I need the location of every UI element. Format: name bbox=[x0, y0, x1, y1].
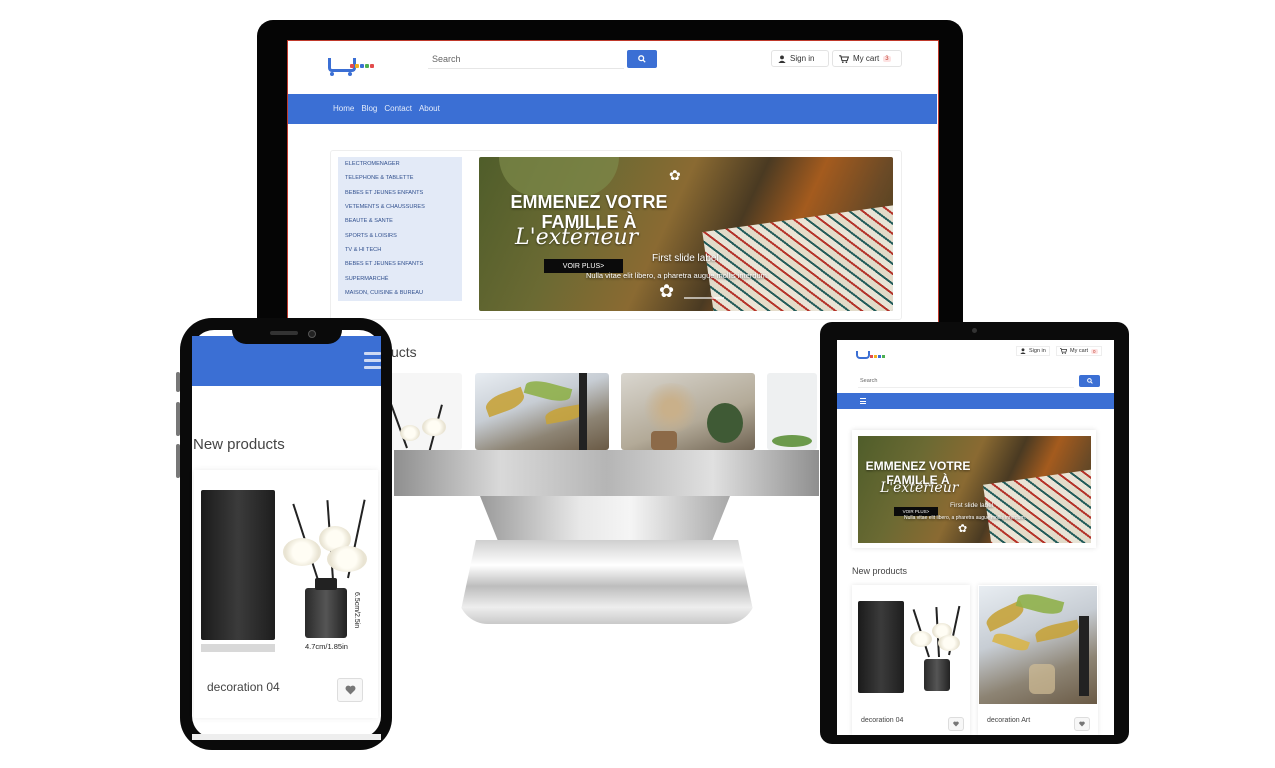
desktop-product-card[interactable] bbox=[475, 373, 609, 450]
tablet-logo[interactable] bbox=[856, 351, 870, 359]
tablet-search-underline bbox=[858, 387, 1074, 388]
tablet-search-button[interactable] bbox=[1079, 375, 1100, 387]
carousel-indicators[interactable] bbox=[684, 297, 724, 299]
cart-icon bbox=[1060, 348, 1067, 354]
heart-icon bbox=[1079, 721, 1085, 727]
tablet-search-input[interactable]: Search bbox=[860, 378, 877, 384]
heart-icon bbox=[345, 685, 355, 695]
monitor-stand-bar bbox=[394, 450, 819, 496]
hamburger-icon[interactable] bbox=[364, 352, 381, 373]
monitor-stand-neck bbox=[480, 496, 730, 546]
desktop-search-button[interactable] bbox=[627, 50, 657, 68]
desktop-product-card[interactable] bbox=[388, 373, 462, 450]
phone-wishlist-button[interactable] bbox=[337, 678, 363, 702]
daisy-icon: ✿ bbox=[659, 281, 675, 301]
nav-contact[interactable]: Contact bbox=[384, 104, 412, 113]
tablet-product-name[interactable]: decoration Art bbox=[987, 717, 1030, 724]
phone-section-title: New products bbox=[193, 436, 285, 453]
desktop-nav-menu: Home Blog Contact About bbox=[333, 104, 440, 113]
search-underline bbox=[428, 68, 624, 69]
tablet-signin-label: Sign in bbox=[1029, 348, 1046, 354]
phone-next-card-peek bbox=[192, 734, 381, 740]
category-item[interactable]: BEBES ET JEUNES ENFANTS bbox=[345, 261, 423, 267]
desktop-section-title: ucts bbox=[391, 344, 417, 360]
category-item[interactable]: VETEMENTS & CHAUSSURES bbox=[345, 204, 425, 210]
tablet-banner-line1: EMMENEZ VOTRE bbox=[865, 459, 971, 473]
desktop-product-card[interactable] bbox=[767, 373, 817, 450]
tablet-slide-caption-text: Nulla vitae elit libero, a pharetra augu… bbox=[904, 515, 1027, 521]
nav-blog[interactable]: Blog bbox=[361, 104, 377, 113]
category-item[interactable]: TV & HI TECH bbox=[345, 247, 381, 253]
heart-icon bbox=[953, 721, 959, 727]
search-icon bbox=[638, 55, 646, 63]
desktop-cart-button[interactable]: My cart 3 bbox=[832, 50, 902, 67]
cart-icon bbox=[839, 54, 849, 63]
search-icon bbox=[1086, 378, 1093, 384]
category-item[interactable]: BEAUTE & SANTE bbox=[345, 218, 393, 224]
tablet-hamburger-icon[interactable] bbox=[860, 398, 866, 404]
banner-line1: EMMENEZ VOTRE bbox=[510, 192, 668, 212]
tablet-wishlist-button[interactable] bbox=[948, 717, 964, 731]
banner-rug-image bbox=[983, 468, 1091, 543]
cart-label: My cart bbox=[853, 54, 880, 63]
user-icon bbox=[778, 54, 786, 63]
category-item[interactable]: MAISON, CUISINE & BUREAU bbox=[345, 290, 423, 296]
phone-product-image: 6.5cm/2.5in 4.7cm/1.85in bbox=[197, 480, 375, 656]
daisy-icon: ✿ bbox=[958, 523, 968, 535]
tablet-cart-button[interactable]: My cart 0 bbox=[1056, 346, 1102, 356]
monitor-stand-base bbox=[458, 540, 756, 624]
tablet-product-card[interactable]: decoration 04 bbox=[852, 585, 970, 735]
category-menu: ELECTROMENAGER TELEPHONE & TABLETTE BEBE… bbox=[338, 157, 462, 301]
tablet-signin-button[interactable]: Sign in bbox=[1016, 346, 1050, 356]
tablet-product-name[interactable]: decoration 04 bbox=[861, 717, 903, 724]
tablet-banner-script: L'extérieur bbox=[880, 480, 959, 496]
tablet-logo-wordmark bbox=[870, 355, 885, 358]
phone-notch bbox=[232, 322, 342, 344]
tablet-section-title: New products bbox=[852, 566, 908, 576]
phone-side-button bbox=[176, 402, 180, 436]
tablet-product-card[interactable]: decoration Art bbox=[978, 585, 1098, 735]
tablet-cart-count: 0 bbox=[1091, 348, 1098, 354]
category-item[interactable]: ELECTROMENAGER bbox=[345, 161, 400, 167]
cart-count-badge: 3 bbox=[883, 55, 891, 62]
dimension-height-label: 6.5cm/2.5in bbox=[353, 592, 360, 629]
tablet-wishlist-button[interactable] bbox=[1074, 717, 1090, 731]
banner-script: L'extérieur bbox=[515, 225, 639, 250]
logo-cart-icon bbox=[856, 351, 870, 359]
user-icon bbox=[1020, 348, 1026, 354]
slide-caption-text: Nulla vitae elit libero, a pharetra augu… bbox=[586, 271, 770, 280]
phone-side-button bbox=[176, 444, 180, 478]
tablet-navbar bbox=[837, 393, 1114, 409]
phone-side-button bbox=[176, 372, 180, 392]
nav-home[interactable]: Home bbox=[333, 104, 354, 113]
tablet-hero-carousel[interactable]: EMMENEZ VOTRE FAMILLE À L'extérieur VOIR… bbox=[858, 436, 1091, 543]
desktop-signin-button[interactable]: Sign in bbox=[771, 50, 829, 67]
tablet-camera bbox=[972, 328, 977, 333]
category-item[interactable]: TELEPHONE & TABLETTE bbox=[345, 175, 414, 181]
desktop-search-input[interactable]: Search bbox=[432, 54, 461, 64]
desktop-hero-carousel[interactable]: ✿ EMMENEZ VOTRE FAMILLE À L'extérieur VO… bbox=[479, 157, 893, 311]
dimension-width-label: 4.7cm/1.85in bbox=[305, 642, 348, 651]
signin-label: Sign in bbox=[790, 54, 815, 63]
daisy-icon: ✿ bbox=[669, 167, 681, 183]
category-item[interactable]: SUPERMARCHÉ bbox=[345, 276, 389, 282]
nav-about[interactable]: About bbox=[419, 104, 440, 113]
category-item[interactable]: SPORTS & LOISIRS bbox=[345, 233, 397, 239]
phone-product-name[interactable]: decoration 04 bbox=[207, 680, 280, 694]
category-item[interactable]: BEBES ET JEUNES ENFANTS bbox=[345, 190, 423, 196]
slide-caption-label: First slide label bbox=[652, 253, 719, 264]
banner-rug-image bbox=[702, 202, 893, 311]
tablet-slide-caption-label: First slide label bbox=[950, 502, 994, 509]
logo-wordmark bbox=[350, 64, 374, 68]
tablet-cart-label: My cart bbox=[1070, 348, 1089, 354]
desktop-product-card[interactable] bbox=[621, 373, 755, 450]
